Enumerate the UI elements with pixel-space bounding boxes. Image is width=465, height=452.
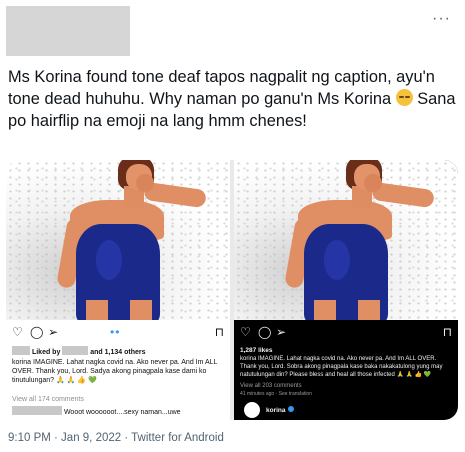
tweet-media[interactable]: ♡ ◯ ➢ •• ⊓ Liked by and 1,134 others kor… — [6, 160, 458, 420]
tweet-timestamp[interactable]: 9:10 PM · Jan 9, 2022 · Twitter for Andr… — [8, 432, 224, 444]
likes-count: 1,287 likes — [240, 347, 273, 354]
comment-text: Wooot woooooot....sexy naman...uwe — [63, 409, 181, 416]
bookmark-icon: ⊓ — [442, 325, 452, 339]
send-icon: ➢ — [276, 325, 287, 339]
verified-badge-icon — [287, 406, 294, 412]
instagram-post-footer: ♡ ◯ ➢ •• ⊓ Liked by and 1,134 others kor… — [6, 320, 230, 420]
media-image-left[interactable]: ♡ ◯ ➢ •• ⊓ Liked by and 1,134 others kor… — [6, 160, 230, 420]
redacted-commenter — [12, 406, 62, 415]
post-time: 41 minutes ago · See translation — [240, 391, 312, 397]
heart-icon: ♡ — [12, 325, 23, 339]
avatar — [244, 402, 260, 418]
view-comments: View all 174 comments — [12, 396, 84, 403]
redacted-profile-header — [6, 6, 130, 56]
post-caption: korina IMAGINE. Lahat nagka covid na. Ak… — [240, 356, 443, 378]
instagram-post-footer: ♡ ◯ ➢ ⊓ 1,287 likes korina IMAGINE. Laha… — [234, 320, 458, 420]
swimsuit-photo — [6, 160, 230, 320]
carousel-dots-icon: •• — [110, 325, 121, 339]
comment-icon: ◯ — [30, 325, 44, 339]
heart-icon: ♡ — [240, 325, 251, 339]
comment-icon: ◯ — [258, 325, 272, 339]
send-icon: ➢ — [48, 325, 59, 339]
more-icon[interactable]: ··· — [432, 11, 451, 27]
liked-by-label: Liked by — [31, 349, 61, 356]
bookmark-icon: ⊓ — [214, 325, 224, 339]
liked-count: and 1,134 others — [90, 349, 146, 356]
redacted-avatar — [12, 346, 30, 355]
media-image-right[interactable]: ♡ ◯ ➢ ⊓ 1,287 likes korina IMAGINE. Laha… — [234, 160, 458, 420]
swimsuit-photo — [234, 160, 458, 320]
likes-line: Liked by and 1,134 others — [12, 346, 224, 357]
comment-line: Wooot woooooot....sexy naman...uwe — [12, 406, 224, 417]
post-username: korina — [266, 406, 294, 415]
tweet-text: Ms Korina found tone deaf tapos nagpalit… — [8, 66, 456, 132]
tweet-text-part-1: Ms Korina found tone deaf tapos nagpalit… — [8, 68, 435, 108]
redacted-username — [62, 346, 89, 355]
post-caption: korina IMAGINE. Lahat nagka covid na. Ak… — [12, 359, 218, 384]
pensive-face-emoji-icon — [395, 89, 413, 106]
post-author-row: korina — [240, 402, 452, 418]
username-text: korina — [266, 407, 286, 414]
